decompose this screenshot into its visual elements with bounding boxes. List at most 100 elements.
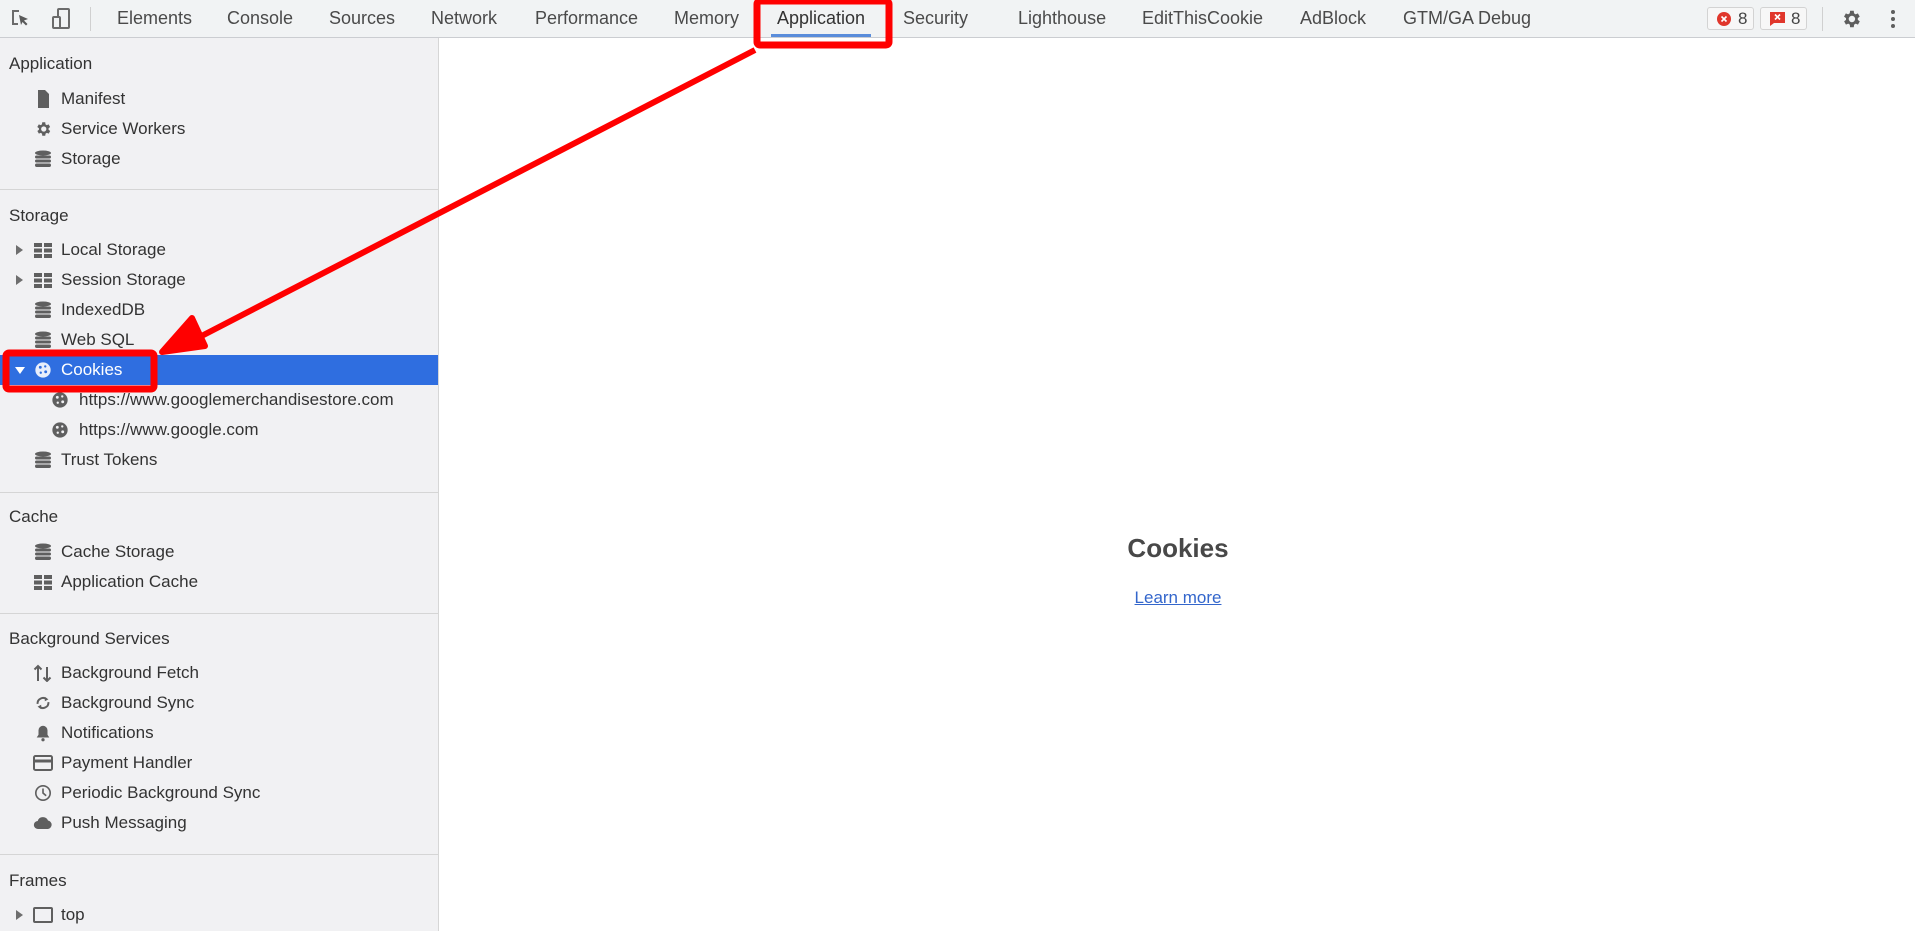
inspect-element-icon[interactable] (10, 8, 32, 30)
database-icon (35, 301, 51, 318)
sidebar-item-local-storage[interactable]: Local Storage (0, 235, 438, 265)
frame-icon (33, 907, 53, 923)
sidebar-item-cookie-origin[interactable]: https://www.google.com (0, 415, 438, 445)
sidebar-item-label: Web SQL (61, 330, 135, 349)
tab-network[interactable]: Network (431, 0, 497, 37)
database-icon (35, 331, 51, 348)
sidebar-item-label: https://www.googlemerchandisestore.com (79, 390, 394, 409)
section-header-storage: Storage (9, 206, 69, 225)
sidebar-item-label: https://www.google.com (79, 420, 259, 439)
bell-icon (36, 725, 50, 742)
sidebar-item-cookies[interactable]: Cookies (0, 355, 438, 385)
sidebar-item-web-sql[interactable]: Web SQL (0, 325, 438, 355)
cloud-icon (33, 817, 52, 830)
issue-count: 8 (1791, 9, 1801, 28)
sidebar-item-notifications[interactable]: Notifications (0, 718, 438, 748)
credit-card-icon (33, 755, 53, 771)
grid-icon (34, 575, 52, 590)
section-header-frames: Frames (9, 871, 67, 890)
tab-elements[interactable]: Elements (117, 0, 192, 37)
sidebar-item-label: top (61, 905, 85, 924)
sync-icon (36, 696, 50, 710)
sidebar-item-label: Storage (61, 149, 121, 168)
expand-arrow-icon[interactable] (16, 275, 23, 285)
database-icon (35, 150, 51, 167)
sidebar-item-storage-overview[interactable]: Storage (0, 144, 438, 174)
cookie-icon (35, 362, 51, 378)
issue-count-badge[interactable]: 8 (1760, 7, 1808, 30)
section-header-background-services: Background Services (9, 629, 170, 648)
sidebar-item-label: Application Cache (61, 572, 199, 591)
sidebar-item-label: Trust Tokens (61, 450, 158, 469)
tab-sources[interactable]: Sources (329, 0, 395, 37)
tab-adblock[interactable]: AdBlock (1300, 0, 1366, 37)
kebab-menu-icon[interactable] (1882, 8, 1904, 30)
devtools-toolbar: Elements Console Sources Network Perform… (0, 0, 1915, 38)
sidebar-item-label: Manifest (61, 89, 126, 108)
sidebar-item-frame-top[interactable]: top (0, 900, 438, 930)
toolbar-separator (1822, 7, 1823, 31)
sidebar-item-label: Notifications (61, 723, 154, 742)
error-icon (1717, 12, 1731, 26)
sidebar-item-label: IndexedDB (61, 300, 146, 319)
sidebar-item-label: Cookies (61, 360, 123, 379)
sidebar-item-background-sync[interactable]: Background Sync (0, 688, 438, 718)
grid-icon (34, 243, 52, 258)
sidebar-item-periodic-background-sync[interactable]: Periodic Background Sync (0, 778, 438, 808)
database-icon (35, 451, 51, 468)
cookie-icon (52, 392, 68, 408)
sidebar-item-label: Session Storage (61, 270, 186, 289)
sidebar-item-cache-storage[interactable]: Cache Storage (0, 537, 438, 567)
issues-flag-icon (1770, 12, 1785, 26)
sidebar-item-push-messaging[interactable]: Push Messaging (0, 808, 438, 838)
sidebar-item-service-workers[interactable]: Service Workers (0, 114, 438, 144)
sidebar-item-manifest[interactable]: Manifest (0, 84, 438, 114)
tab-memory[interactable]: Memory (674, 0, 739, 37)
sidebar-item-label: Background Sync (61, 693, 195, 712)
tab-console[interactable]: Console (227, 0, 293, 37)
section-divider (0, 613, 438, 614)
expand-arrow-icon[interactable] (16, 910, 23, 920)
tab-gtm-ga-debug[interactable]: GTM/GA Debug (1403, 0, 1531, 37)
section-divider (0, 189, 438, 190)
section-divider (0, 492, 438, 493)
sidebar-item-label: Cache Storage (61, 542, 175, 561)
section-header-cache: Cache (9, 507, 59, 526)
grid-icon (34, 273, 52, 288)
sidebar-item-label: Local Storage (61, 240, 166, 259)
sidebar-item-background-fetch[interactable]: Background Fetch (0, 658, 438, 688)
cookies-panel-title: Cookies (1127, 533, 1229, 563)
gear-icon (37, 122, 51, 136)
device-toolbar-icon[interactable] (50, 8, 72, 30)
sidebar-item-label: Payment Handler (61, 753, 193, 772)
toolbar-separator (90, 7, 91, 31)
sidebar-item-cookie-origin[interactable]: https://www.googlemerchandisestore.com (0, 385, 438, 415)
sidebar-item-label: Service Workers (61, 119, 186, 138)
expand-arrow-icon[interactable] (16, 245, 23, 255)
sidebar-item-session-storage[interactable]: Session Storage (0, 265, 438, 295)
sidebar-item-label: Push Messaging (61, 813, 187, 832)
up-down-arrows-icon (33, 664, 52, 682)
file-icon (38, 90, 49, 108)
tab-performance[interactable]: Performance (535, 0, 638, 37)
tab-editthiscookie[interactable]: EditThisCookie (1142, 0, 1263, 37)
tab-security[interactable]: Security (903, 0, 968, 37)
database-icon (35, 543, 51, 560)
tab-application[interactable]: Application (770, 0, 872, 37)
sidebar-item-label: Background Fetch (61, 663, 199, 682)
collapse-arrow-icon[interactable] (15, 367, 25, 374)
error-count: 8 (1738, 9, 1748, 28)
error-count-badge[interactable]: 8 (1707, 7, 1755, 30)
cookie-icon (52, 422, 68, 438)
sidebar-item-trust-tokens[interactable]: Trust Tokens (0, 445, 438, 475)
tab-lighthouse[interactable]: Lighthouse (1018, 0, 1106, 37)
sidebar-item-indexeddb[interactable]: IndexedDB (0, 295, 438, 325)
gear-icon[interactable] (1840, 8, 1862, 30)
sidebar-item-application-cache[interactable]: Application Cache (0, 567, 438, 597)
sidebar-item-payment-handler[interactable]: Payment Handler (0, 748, 438, 778)
clock-icon (34, 784, 52, 802)
learn-more-link[interactable]: Learn more (1078, 588, 1278, 608)
sidebar-item-label: Periodic Background Sync (61, 783, 261, 802)
section-header-application: Application (9, 54, 93, 73)
section-divider (0, 854, 438, 855)
